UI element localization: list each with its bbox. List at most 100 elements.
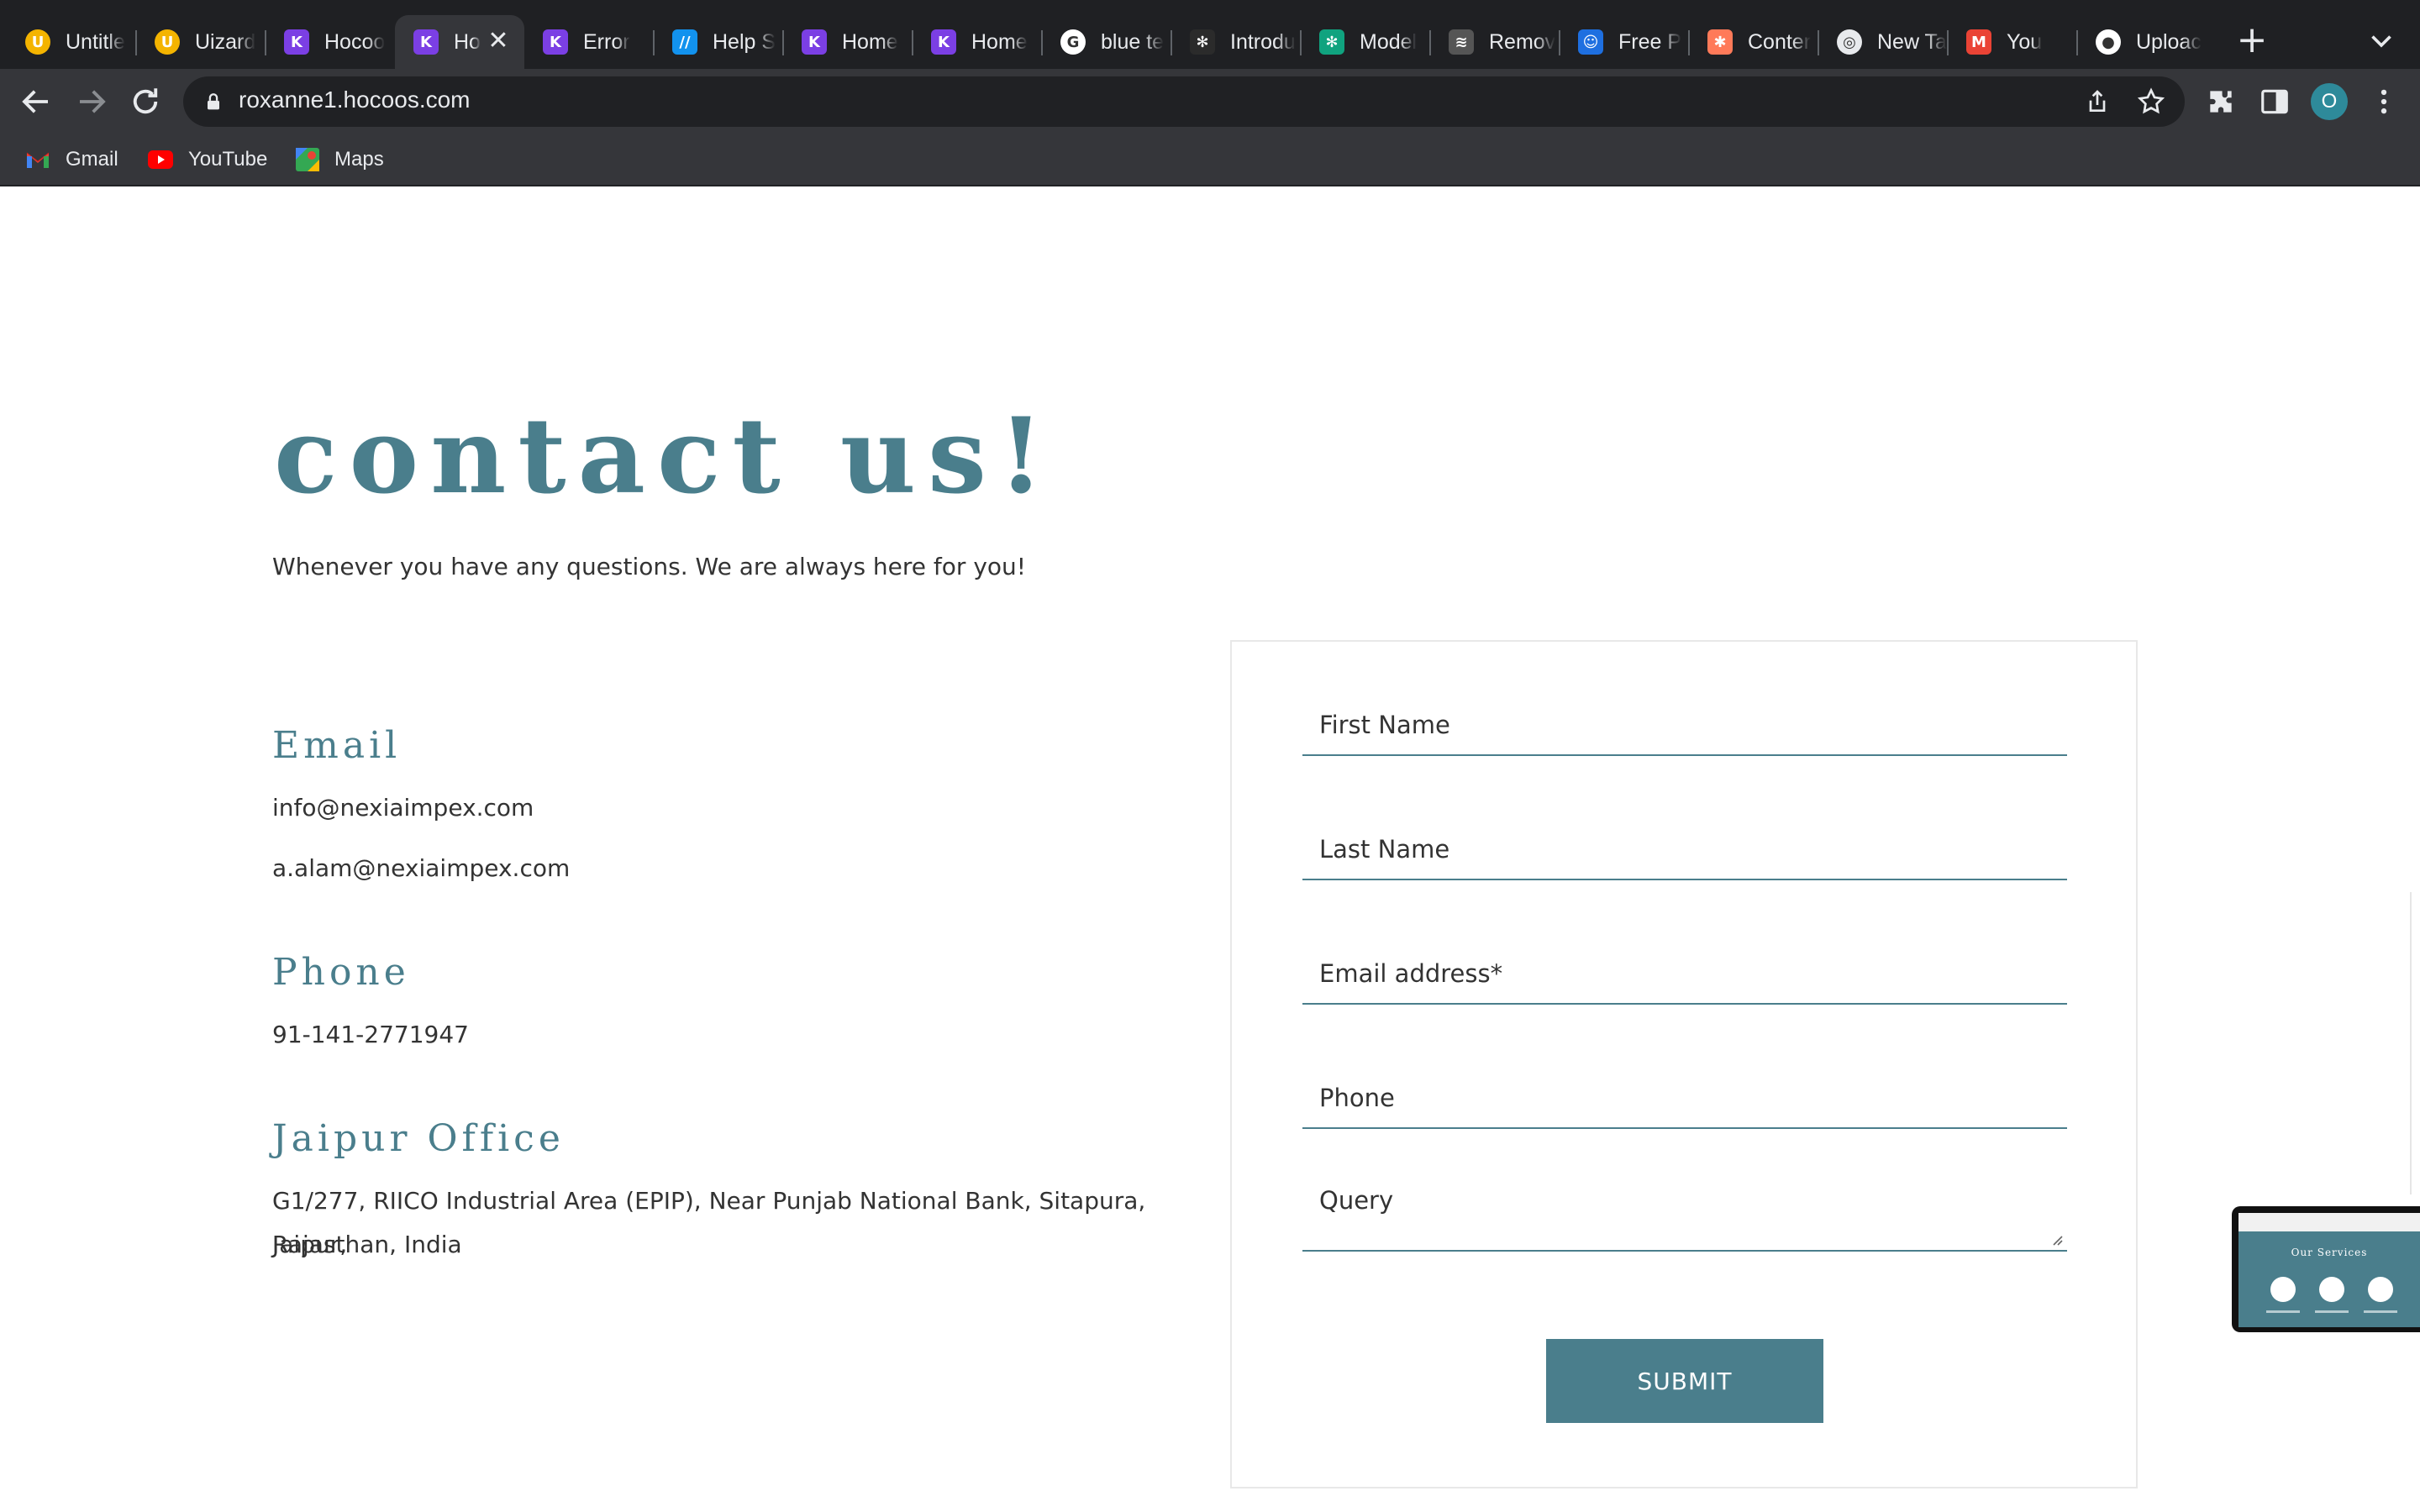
tab-item[interactable]: K Home xyxy=(783,15,913,69)
thumbnail-service-text xyxy=(2364,1310,2397,1313)
tab-title: Introdu xyxy=(1230,29,1296,54)
first-name-field xyxy=(1302,696,2067,756)
chatgpt-icon: ✻ xyxy=(1319,29,1344,55)
github-icon: ● xyxy=(2096,29,2121,55)
contact-form: SUBMIT xyxy=(1230,640,2138,1488)
freepik-icon: ☺ xyxy=(1578,29,1603,55)
tab-item[interactable]: ◎ New Ta xyxy=(1818,15,1948,69)
gmail-icon: M xyxy=(1966,29,1991,55)
new-tab-button[interactable]: + xyxy=(2235,22,2269,59)
tab-item[interactable]: U Uizard xyxy=(136,15,266,69)
email-input[interactable] xyxy=(1302,944,2067,1003)
tab-item[interactable]: Gblue te xyxy=(1042,15,1171,69)
side-panel-icon[interactable] xyxy=(2259,86,2291,118)
address-bar[interactable]: roxanne1.hocoos.com xyxy=(183,76,2185,127)
tab-title: Remov xyxy=(1489,29,1556,54)
tab-title: Error xyxy=(583,29,630,54)
tab-title: New Ta xyxy=(1877,29,1947,54)
tab-item[interactable]: ✻ Model xyxy=(1301,15,1430,69)
layers-icon: ≋ xyxy=(1449,29,1474,55)
thumbnail-service-icon xyxy=(2319,1277,2344,1302)
submit-button[interactable]: SUBMIT xyxy=(1546,1339,1823,1423)
tab-item[interactable]: K Home xyxy=(913,15,1042,69)
screenshot-preview-thumbnail[interactable]: Our Services xyxy=(2232,1206,2420,1332)
tab-title: Help S xyxy=(713,29,776,54)
query-textarea[interactable] xyxy=(1302,1168,2067,1250)
phone-number: 91-141-2771947 xyxy=(272,1021,469,1048)
page-title: contact us! xyxy=(274,396,1056,517)
tab-item[interactable]: ✻ Introdu xyxy=(1171,15,1301,69)
tab-title: Hocoo xyxy=(324,29,386,54)
hubspot-icon: ✱ xyxy=(1707,29,1733,55)
tab-item[interactable]: K Hocoo xyxy=(266,15,395,69)
share-icon[interactable] xyxy=(2084,88,2111,115)
phone-input[interactable] xyxy=(1302,1068,2067,1127)
bookmark-gmail[interactable]: Gmail xyxy=(25,144,118,175)
close-tab-icon[interactable]: ✕ xyxy=(486,29,511,54)
uizard-icon: U xyxy=(155,29,180,55)
bookmarks-bar: Gmail YouTube Maps xyxy=(0,134,2420,186)
bookmark-youtube[interactable]: YouTube xyxy=(148,144,267,175)
help-scout-icon: // xyxy=(672,29,697,55)
bookmark-star-icon[interactable] xyxy=(2136,87,2166,117)
thumbnail-screen: Our Services xyxy=(2238,1213,2420,1327)
tab-title: Uploac xyxy=(2136,29,2202,54)
url-text[interactable]: roxanne1.hocoos.com xyxy=(239,87,471,113)
tab-strip: U Untitle U Uizard K Hocoo K Ho ✕ K Error // Help S K… xyxy=(0,0,2420,69)
first-name-input[interactable] xyxy=(1302,696,2067,754)
kebab-menu-icon[interactable] xyxy=(2368,86,2400,118)
tab-title: Untitle xyxy=(66,29,125,54)
tab-title: blue te xyxy=(1101,29,1165,54)
tab-item[interactable]: ☺ Free P xyxy=(1560,15,1689,69)
hocoos-icon: K xyxy=(543,29,568,55)
thumbnail-title: Our Services xyxy=(2291,1247,2368,1258)
profile-avatar[interactable]: O xyxy=(2311,83,2348,120)
tab-item[interactable]: ≋ Remov xyxy=(1430,15,1560,69)
scroll-edge xyxy=(2410,892,2412,1194)
tab-item[interactable]: ● Uploac xyxy=(2077,15,2207,69)
thumbnail-service-icon xyxy=(2368,1277,2393,1302)
tab-item[interactable]: M You xyxy=(1948,15,2077,69)
tab-title: Uizard xyxy=(195,29,256,54)
email-address-1: info@nexiaimpex.com xyxy=(272,794,534,822)
back-arrow-icon[interactable] xyxy=(18,84,54,119)
tab-title: You xyxy=(2007,29,2043,54)
email-section-title: Email xyxy=(272,724,402,767)
extensions-puzzle-icon[interactable] xyxy=(2205,86,2237,118)
tab-title: Ho xyxy=(454,29,481,54)
tab-search-chevron-icon[interactable] xyxy=(2366,25,2396,55)
openai-icon: ✻ xyxy=(1190,29,1215,55)
forward-arrow-icon[interactable] xyxy=(74,84,109,119)
tab-item[interactable]: // Help S xyxy=(654,15,783,69)
thumbnail-service-icon xyxy=(2270,1277,2296,1302)
email-address-2: a.alam@nexiaimpex.com xyxy=(272,854,571,882)
page-subtitle: Whenever you have any questions. We are … xyxy=(272,553,1026,580)
office-section-title: Jaipur Office xyxy=(272,1117,565,1160)
thumbnail-browser-bar xyxy=(2238,1213,2420,1231)
hocoos-icon: K xyxy=(802,29,827,55)
tab-item[interactable]: K Error xyxy=(524,15,654,69)
reload-icon[interactable] xyxy=(128,84,163,119)
hocoos-icon: K xyxy=(284,29,309,55)
resize-grip-icon[interactable] xyxy=(2049,1231,2064,1247)
chrome-icon: ◎ xyxy=(1837,29,1862,55)
query-field xyxy=(1302,1168,2067,1252)
bookmark-label: YouTube xyxy=(188,148,268,171)
tab-title: Home xyxy=(971,29,1028,54)
browser-toolbar: roxanne1.hocoos.com O xyxy=(0,69,2420,134)
email-field xyxy=(1302,944,2067,1005)
office-address-line-2: Rajasthan, India xyxy=(272,1231,462,1258)
last-name-input[interactable] xyxy=(1302,820,2067,879)
bookmark-label: Gmail xyxy=(66,148,118,171)
google-icon: G xyxy=(1060,29,1086,55)
tab-item[interactable]: U Untitle xyxy=(7,15,136,69)
tab-item[interactable]: ✱ Conter xyxy=(1689,15,1818,69)
tab-active[interactable]: K Ho ✕ xyxy=(395,15,524,69)
bookmark-label: Maps xyxy=(334,148,384,171)
last-name-field xyxy=(1302,820,2067,880)
tab-title: Conter xyxy=(1748,29,1812,54)
hocoos-icon: K xyxy=(931,29,956,55)
bookmark-maps[interactable]: Maps xyxy=(296,144,384,175)
lock-icon[interactable] xyxy=(202,90,225,113)
gmail-icon xyxy=(26,152,50,168)
